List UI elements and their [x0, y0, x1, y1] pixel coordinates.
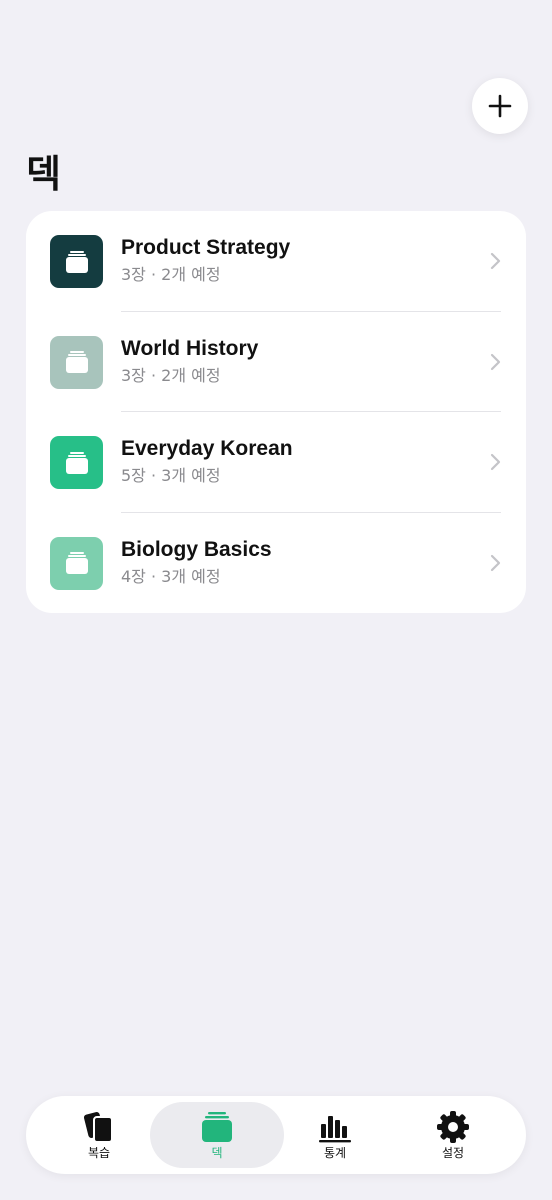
deck-card-count: 5장 · 3개 예정 [121, 466, 221, 485]
tab-label: 설정 [441, 1146, 465, 1160]
tab-label: 덱 [211, 1146, 223, 1160]
tab-review[interactable]: 복습 [32, 1102, 166, 1168]
tab-settings[interactable]: 설정 [386, 1102, 520, 1168]
deck-stack-icon [65, 451, 88, 474]
deck-icon [50, 235, 103, 288]
tab-bar: 복습 덱 통계 설정 [26, 1096, 526, 1174]
deck-row[interactable]: Product Strategy 3장 · 2개 예정 [26, 211, 526, 312]
chevron-right-icon [490, 353, 501, 370]
deck-name: Product Strategy [121, 236, 291, 259]
cards-icon [83, 1112, 113, 1143]
deck-icon [50, 436, 103, 489]
deck-icon [50, 335, 103, 389]
chevron-right-icon [490, 453, 501, 471]
deck-name: World History [121, 336, 259, 360]
add-deck-button[interactable] [472, 78, 528, 134]
bar-chart-icon [319, 1116, 351, 1143]
deck-card-count: 3장 · 2개 예정 [121, 265, 221, 284]
deck-name: Biology Basics [121, 537, 272, 561]
deck-row[interactable]: Biology Basics 4장 · 3개 예정 [26, 513, 526, 614]
deck-stack-icon [202, 1112, 232, 1142]
plus-icon [488, 94, 512, 118]
deck-icon [50, 536, 103, 590]
decks-screen: 덱 Product Strategy 3장 · 2개 예정 World Hist… [0, 0, 552, 1200]
deck-card-count: 4장 · 3개 예정 [121, 566, 221, 586]
deck-stack-icon [65, 250, 88, 273]
deck-row[interactable]: Everyday Korean 5장 · 3개 예정 [26, 412, 526, 513]
deck-row[interactable]: World History 3장 · 2개 예정 [26, 312, 526, 412]
deck-list: Product Strategy 3장 · 2개 예정 World Histor… [26, 211, 526, 613]
deck-stack-icon [65, 552, 88, 574]
tab-stats[interactable]: 통계 [268, 1102, 402, 1168]
tab-label: 통계 [323, 1146, 347, 1160]
deck-stack-icon [65, 351, 88, 373]
chevron-right-icon [490, 554, 501, 571]
gear-icon [437, 1111, 469, 1143]
tab-label: 복습 [87, 1146, 111, 1160]
page-title: 덱 [26, 152, 61, 196]
tab-decks[interactable]: 덱 [150, 1102, 284, 1168]
deck-name: Everyday Korean [121, 437, 293, 460]
deck-card-count: 3장 · 2개 예정 [121, 365, 221, 385]
chevron-right-icon [490, 252, 501, 270]
